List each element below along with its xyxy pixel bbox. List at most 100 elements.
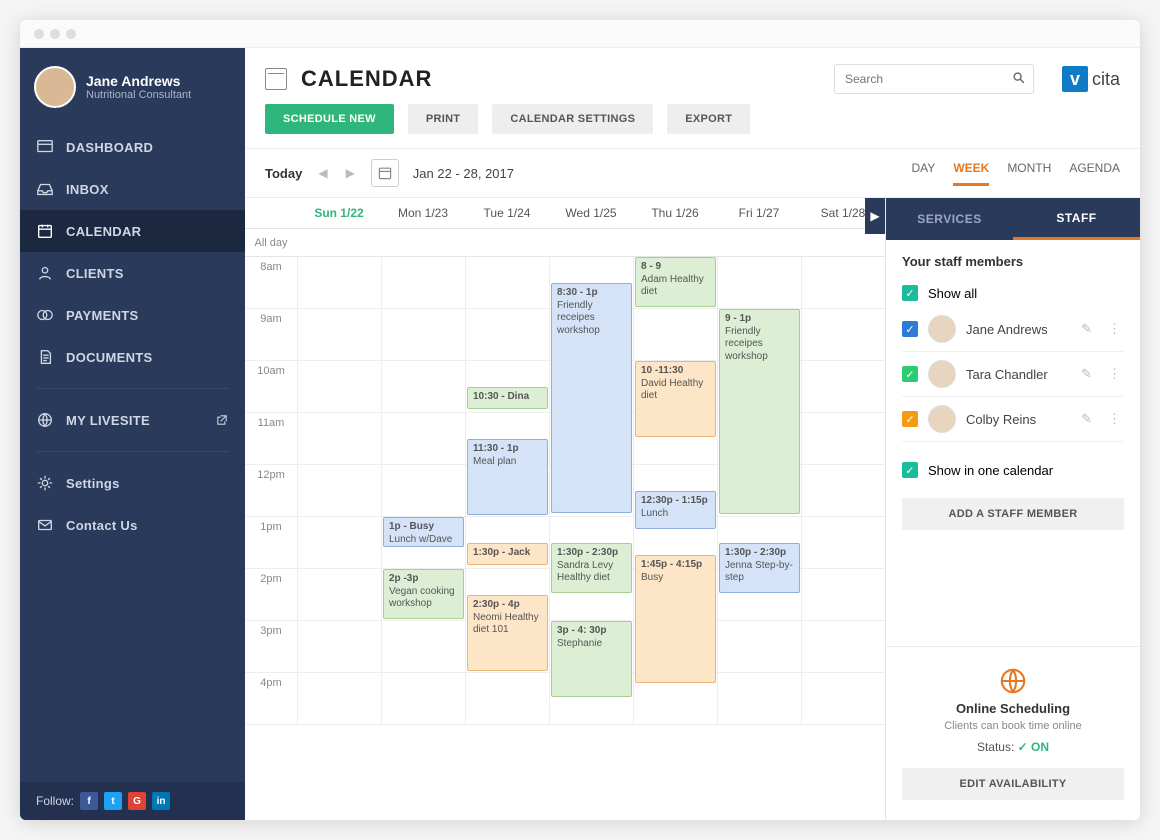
calendar-icon	[265, 68, 287, 90]
sidebar-item-settings[interactable]: Settings	[20, 462, 245, 504]
tab-services[interactable]: SERVICES	[886, 198, 1013, 240]
sidebar-item-documents[interactable]: DOCUMENTS	[20, 336, 245, 378]
staff-checkbox[interactable]: ✓	[902, 411, 918, 427]
add-staff-button[interactable]: ADD A STAFF MEMBER	[902, 498, 1124, 530]
sidebar-item-payments[interactable]: PAYMENTS	[20, 294, 245, 336]
event[interactable]: 2p -3pVegan cooking workshop	[383, 569, 464, 619]
sidebar-item-livesite[interactable]: MY LIVESITE	[20, 399, 245, 441]
edit-icon[interactable]: ✎	[1078, 321, 1095, 337]
facebook-icon[interactable]: f	[80, 792, 98, 810]
logo-mark: v	[1062, 66, 1088, 92]
clients-icon	[36, 264, 54, 282]
traffic-light	[34, 29, 44, 39]
day-header-sun[interactable]: Sun 1/22	[297, 198, 381, 228]
day-header-mon[interactable]: Mon 1/23	[381, 198, 465, 228]
staff-checkbox[interactable]: ✓	[902, 321, 918, 337]
staff-name: Jane Andrews	[966, 322, 1068, 337]
checkbox-label: Show all	[928, 286, 977, 301]
more-icon[interactable]: ⋮	[1105, 411, 1124, 427]
day-header-fri[interactable]: Fri 1/27	[717, 198, 801, 228]
staff-row: ✓ Colby Reins ✎ ⋮	[902, 397, 1124, 442]
panel-title: Your staff members	[902, 254, 1124, 269]
staff-checkbox[interactable]: ✓	[902, 366, 918, 382]
gear-icon	[36, 474, 54, 492]
view-month[interactable]: MONTH	[1007, 161, 1051, 186]
online-scheduling-block: Online Scheduling Clients can book time …	[886, 646, 1140, 820]
event[interactable]: 1p - BusyLunch w/Dave	[383, 517, 464, 547]
edit-icon[interactable]: ✎	[1078, 366, 1095, 382]
window-chrome	[20, 20, 1140, 48]
print-button[interactable]: PRINT	[408, 104, 479, 134]
sidebar-label: PAYMENTS	[66, 308, 138, 323]
external-icon	[215, 413, 229, 427]
sidebar-item-clients[interactable]: CLIENTS	[20, 252, 245, 294]
hour-label: 11am	[245, 413, 297, 464]
staff-avatar	[928, 360, 956, 388]
event[interactable]: 10:30 - Dina	[467, 387, 548, 409]
day-header-tue[interactable]: Tue 1/24	[465, 198, 549, 228]
scheduling-title: Online Scheduling	[902, 701, 1124, 716]
date-picker-button[interactable]	[371, 159, 399, 187]
sidebar-label: CALENDAR	[66, 224, 141, 239]
traffic-light	[50, 29, 60, 39]
search-input[interactable]	[834, 64, 1034, 94]
tab-staff[interactable]: STAFF	[1013, 198, 1140, 240]
next-arrow-icon[interactable]: ▶	[344, 166, 357, 180]
linkedin-icon[interactable]: in	[152, 792, 170, 810]
scheduling-status: Status: ✓ ON	[902, 740, 1124, 754]
sidebar-label: DOCUMENTS	[66, 350, 152, 365]
checkbox-label: Show in one calendar	[928, 463, 1053, 478]
export-button[interactable]: EXPORT	[667, 104, 750, 134]
staff-name: Tara Chandler	[966, 367, 1068, 382]
sidebar-label: INBOX	[66, 182, 109, 197]
profile-block[interactable]: Jane Andrews Nutritional Consultant	[20, 48, 245, 126]
staff-name: Colby Reins	[966, 412, 1068, 427]
hour-label: 3pm	[245, 621, 297, 672]
day-header-thu[interactable]: Thu 1/26	[633, 198, 717, 228]
show-one-calendar-checkbox[interactable]: ✓ Show in one calendar	[902, 456, 1124, 484]
edit-icon[interactable]: ✎	[1078, 411, 1095, 427]
hour-label: 1pm	[245, 517, 297, 568]
today-button[interactable]: Today	[265, 166, 302, 181]
calendar-icon	[36, 222, 54, 240]
googleplus-icon[interactable]: G	[128, 792, 146, 810]
calendar-settings-button[interactable]: CALENDAR SETTINGS	[492, 104, 653, 134]
show-all-checkbox[interactable]: ✓Show all	[902, 279, 1124, 307]
edit-availability-button[interactable]: EDIT AVAILABILITY	[902, 768, 1124, 800]
sidebar-item-calendar[interactable]: CALENDAR	[20, 210, 245, 252]
twitter-icon[interactable]: t	[104, 792, 122, 810]
event[interactable]: 1:30p - Jack	[467, 543, 548, 565]
hour-label: 10am	[245, 361, 297, 412]
traffic-light	[66, 29, 76, 39]
logo[interactable]: v cita	[1062, 66, 1120, 92]
sidebar-label: Settings	[66, 476, 120, 491]
more-icon[interactable]: ⋮	[1105, 321, 1124, 337]
documents-icon	[36, 348, 54, 366]
sidebar-item-dashboard[interactable]: DASHBOARD	[20, 126, 245, 168]
hour-label: 4pm	[245, 673, 297, 724]
view-agenda[interactable]: AGENDA	[1069, 161, 1120, 186]
allday-label: All day	[245, 237, 297, 249]
hour-label: 9am	[245, 309, 297, 360]
sidebar-label: DASHBOARD	[66, 140, 153, 155]
more-icon[interactable]: ⋮	[1105, 366, 1124, 382]
globe-icon	[36, 411, 54, 429]
prev-arrow-icon[interactable]: ◀	[316, 166, 329, 180]
main: CALENDAR v cita SCHEDULE NEW PRINT CALEN…	[245, 48, 1140, 820]
search-icon[interactable]	[1012, 71, 1026, 85]
hour-label: 12pm	[245, 465, 297, 516]
checkbox-icon: ✓	[902, 462, 918, 478]
schedule-new-button[interactable]: SCHEDULE NEW	[265, 104, 394, 134]
sidebar: Jane Andrews Nutritional Consultant DASH…	[20, 48, 245, 820]
view-day[interactable]: DAY	[912, 161, 936, 186]
sidebar-item-inbox[interactable]: INBOX	[20, 168, 245, 210]
hour-label: 8am	[245, 257, 297, 308]
page-title: CALENDAR	[301, 66, 432, 92]
staff-panel: SERVICES STAFF Your staff members ✓Show …	[885, 198, 1140, 820]
view-week[interactable]: WEEK	[953, 161, 989, 186]
collapse-panel-button[interactable]: ▶	[865, 198, 885, 234]
day-header-wed[interactable]: Wed 1/25	[549, 198, 633, 228]
event[interactable]: 8 - 9Adam Healthy diet	[635, 257, 716, 307]
sidebar-item-contact[interactable]: Contact Us	[20, 504, 245, 546]
globe-icon	[999, 667, 1027, 695]
